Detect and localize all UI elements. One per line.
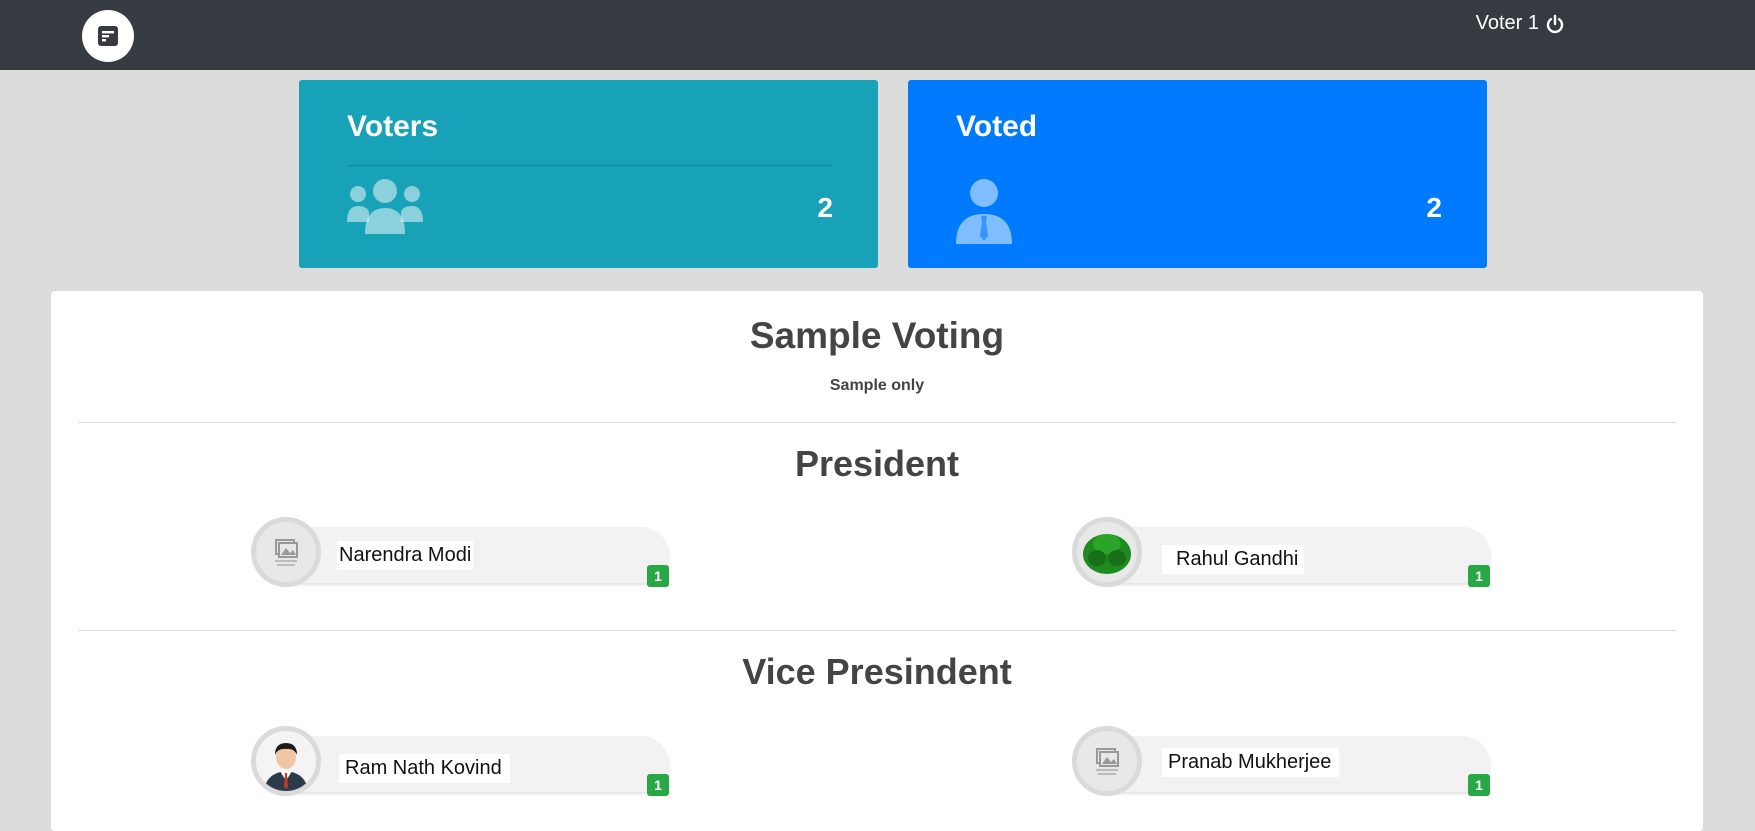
card-divider <box>347 165 833 166</box>
voters-count: 2 <box>817 192 833 223</box>
candidate-card[interactable]: Ram Nath Kovind 1 <box>251 726 671 796</box>
position-title-president: President <box>794 443 960 484</box>
vote-count-badge: 1 <box>647 565 669 587</box>
user-name: Voter 1 <box>1475 12 1539 34</box>
man-avatar-photo <box>251 726 321 796</box>
voters-card-title: Voters <box>347 110 439 143</box>
candidate-name: Narendra Modi <box>337 541 474 570</box>
candidate-name: Rahul Gandhi <box>1162 545 1305 574</box>
candidate-name: Ram Nath Kovind <box>339 754 510 783</box>
poll-title: Sample Voting <box>749 315 1005 356</box>
user-menu[interactable]: Voter 1 <box>1476 12 1565 35</box>
voters-card: Voters 2 <box>299 80 878 268</box>
voted-card: Voted 2 <box>908 80 1487 268</box>
voted-card-title: Voted <box>956 110 1038 143</box>
poll-icon <box>98 26 118 46</box>
poll-panel: Sample Voting Sample only President Nare… <box>51 291 1703 831</box>
vote-count-badge: 1 <box>647 774 669 796</box>
top-navbar: Voter 1 <box>0 0 1755 70</box>
image-not-available-icon <box>1072 726 1142 796</box>
position-title-vice-president: Vice Presindent <box>742 651 1012 692</box>
candidate-card[interactable]: Pranab Mukherjee 1 <box>1072 726 1492 796</box>
candidate-card[interactable]: Narendra Modi 1 <box>251 517 671 587</box>
vote-count-badge: 1 <box>1468 774 1490 796</box>
app-logo[interactable] <box>82 10 134 62</box>
voted-count: 2 <box>1426 192 1442 223</box>
candidate-card[interactable]: Rahul Gandhi 1 <box>1072 517 1492 587</box>
section-divider <box>78 630 1676 631</box>
image-not-available-icon <box>251 517 321 587</box>
vote-count-badge: 1 <box>1468 565 1490 587</box>
candidate-name: Pranab Mukherjee <box>1162 748 1340 777</box>
section-divider <box>78 422 1676 423</box>
user-tie-icon <box>954 178 1014 249</box>
power-icon[interactable] <box>1545 14 1565 34</box>
users-icon <box>345 178 425 243</box>
poll-subtitle: Sample only <box>829 377 925 394</box>
green-symbol-photo <box>1072 517 1142 587</box>
